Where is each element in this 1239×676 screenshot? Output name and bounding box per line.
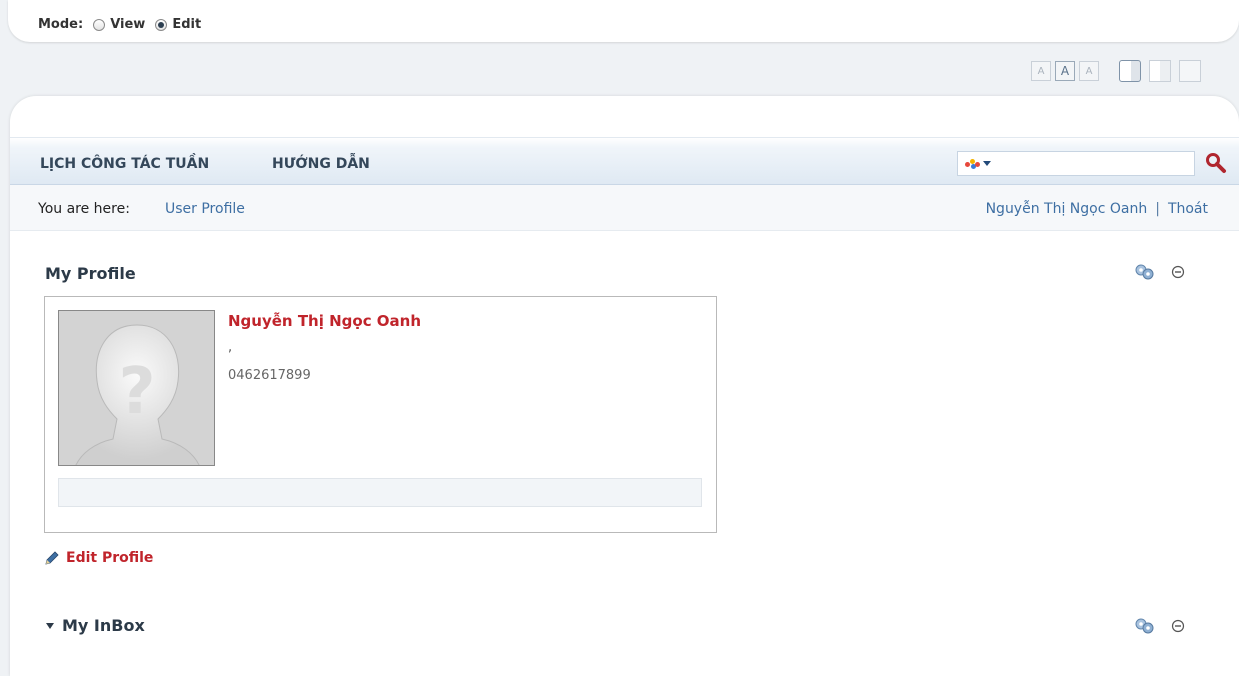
layout-narrow-button[interactable] — [1119, 60, 1141, 82]
main-panel: LỊCH CÔNG TÁC TUẦN HƯỚNG DẪN You are her… — [10, 96, 1239, 676]
search-engine-icon[interactable] — [958, 158, 991, 169]
main-nav: LỊCH CÔNG TÁC TUẦN HƯỚNG DẪN — [10, 137, 1239, 185]
profile-name: Nguyễn Thị Ngọc Oanh — [228, 312, 422, 330]
expand-triangle-icon[interactable] — [46, 622, 54, 629]
nav-item-weekly-schedule[interactable]: LỊCH CÔNG TÁC TUẦN — [40, 156, 209, 172]
module-actions-inbox — [1135, 618, 1185, 634]
font-size-small-button[interactable]: A — [1031, 61, 1051, 81]
user-links-separator: | — [1155, 201, 1160, 217]
search-box — [957, 151, 1195, 176]
edit-profile-label[interactable]: Edit Profile — [66, 550, 153, 566]
svg-text:?: ? — [118, 355, 155, 429]
mode-view-label[interactable]: View — [110, 17, 145, 32]
avatar: ? — [58, 310, 215, 466]
chevron-down-icon — [983, 161, 991, 166]
mode-edit-radio[interactable] — [155, 18, 168, 31]
module-title-my-inbox: My InBox — [62, 616, 145, 635]
mode-label: Mode: — [38, 17, 84, 32]
minimize-icon[interactable] — [1171, 619, 1185, 633]
module-header-inbox[interactable]: My InBox — [44, 616, 145, 635]
module-title-my-profile: My Profile — [45, 264, 136, 283]
breadcrumb-link[interactable]: User Profile — [165, 201, 245, 217]
profile-card-footer — [58, 478, 702, 507]
font-size-normal-button[interactable]: A — [1055, 61, 1075, 81]
logout-link[interactable]: Thoát — [1168, 201, 1208, 217]
breadcrumb-label: You are here: — [38, 201, 130, 217]
font-size-large-button[interactable]: A — [1079, 61, 1099, 81]
search-input[interactable] — [991, 152, 1194, 175]
mode-view-radio[interactable] — [93, 18, 106, 31]
mode-edit-label[interactable]: Edit — [172, 17, 201, 32]
user-name-link[interactable]: Nguyễn Thị Ngọc Oanh — [986, 201, 1148, 217]
profile-phone: 0462617899 — [228, 368, 311, 383]
minimize-icon[interactable] — [1171, 265, 1185, 279]
layout-wide-button[interactable] — [1179, 60, 1201, 82]
edit-profile-link[interactable]: Edit Profile — [44, 550, 153, 566]
magnifier-icon[interactable] — [1204, 151, 1228, 175]
user-links: Nguyễn Thị Ngọc Oanh | Thoát — [986, 201, 1208, 217]
profile-address: , — [228, 340, 233, 355]
profile-card: ? Nguyễn Thị Ngọc Oanh , 0462617899 — [44, 296, 717, 533]
breadcrumb-bar: You are here: User Profile Nguyễn Thị Ng… — [10, 185, 1239, 231]
module-actions-profile — [1135, 264, 1185, 280]
settings-icon[interactable] — [1135, 618, 1155, 634]
default-avatar-icon: ? — [59, 311, 214, 465]
mode-switcher: Mode: View Edit — [38, 17, 201, 32]
page-tools: A A A — [1031, 60, 1201, 82]
nav-item-guide[interactable]: HƯỚNG DẪN — [272, 156, 370, 172]
settings-icon[interactable] — [1135, 264, 1155, 280]
mode-bar: Mode: View Edit — [8, 0, 1239, 42]
pencil-icon — [45, 551, 59, 565]
layout-medium-button[interactable] — [1149, 60, 1171, 82]
